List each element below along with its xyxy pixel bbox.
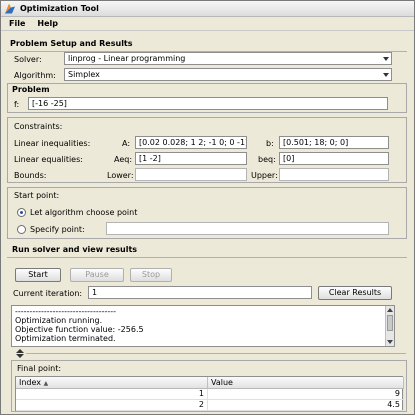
linear-inequalities-label: Linear inequalities: (14, 139, 91, 148)
constraints-panel: Constraints: Linear inequalities: A: [0.… (7, 117, 407, 183)
start-point-heading: Start point: (14, 191, 60, 200)
lower-label: Lower: (107, 171, 134, 180)
auto-point-label: Let algorithm choose point (30, 208, 138, 217)
A-label: A: (122, 139, 131, 148)
column-header-index[interactable]: Index ▲ (16, 377, 208, 389)
bounds-label: Bounds: (14, 171, 47, 180)
collapse-up-icon[interactable] (16, 349, 24, 353)
algorithm-select[interactable]: Simplex (64, 68, 392, 81)
problem-panel: Problem f: [-16 -25] (7, 83, 407, 113)
b-label: b: (266, 139, 274, 148)
chevron-down-icon (383, 73, 389, 77)
lower-input[interactable] (135, 168, 247, 181)
column-header-value[interactable]: Value (208, 377, 404, 389)
table-cell-index[interactable]: 2 (16, 400, 208, 411)
table-cell-value[interactable]: 4.5 (208, 400, 404, 411)
clear-results-button[interactable]: Clear Results (318, 286, 392, 300)
stop-button[interactable]: Stop (130, 268, 172, 282)
log-line: Objective function value: -256.5 (15, 325, 144, 334)
status-log[interactable]: ----------------------------------- Opti… (11, 305, 395, 347)
run-heading: Run solver and view results (12, 245, 138, 254)
optimization-tool-window: Optimization Tool File Help Problem Setu… (0, 0, 415, 415)
menu-file[interactable]: File (9, 19, 25, 28)
solver-value: linprog - Linear programming (68, 54, 186, 63)
divider (7, 257, 407, 258)
solver-select[interactable]: linprog - Linear programming (64, 52, 392, 65)
problem-heading: Problem (12, 85, 50, 94)
menu-help[interactable]: Help (37, 19, 58, 28)
solver-label: Solver: (14, 55, 42, 64)
upper-label: Upper: (251, 171, 278, 180)
log-line: ----------------------------------- (15, 307, 117, 316)
Aeq-input[interactable]: [1 -2] (135, 152, 247, 165)
current-iteration-label: Current iteration: (13, 289, 83, 298)
final-point-panel: Final point: Index ▲ Value 1 9 2 4.5 (11, 360, 407, 412)
specify-point-label: Specify point: (30, 225, 85, 234)
setup-heading: Problem Setup and Results (10, 39, 133, 48)
sort-ascending-icon: ▲ (43, 380, 49, 387)
scroll-thumb[interactable] (387, 315, 393, 331)
chevron-down-icon (383, 57, 389, 61)
final-point-heading: Final point: (17, 364, 62, 373)
algorithm-value: Simplex (68, 70, 100, 79)
pause-button[interactable]: Pause (70, 268, 124, 282)
beq-label: beq: (258, 155, 276, 164)
constraints-heading: Constraints: (14, 122, 63, 131)
algorithm-label: Algorithm: (14, 71, 56, 80)
main-content: Problem Setup and Results Solver: linpro… (4, 33, 411, 413)
log-line: Optimization running. (15, 316, 103, 325)
menu-bar: File Help (1, 17, 414, 31)
log-scrollbar[interactable] (385, 306, 394, 346)
scroll-down-icon[interactable] (387, 340, 393, 344)
collapse-down-icon[interactable] (16, 354, 24, 358)
table-cell-value[interactable]: 9 (208, 389, 404, 400)
b-input[interactable]: [0.501; 18; 0; 0] (279, 136, 389, 149)
table-cell-index[interactable]: 1 (16, 389, 208, 400)
f-input[interactable]: [-16 -25] (28, 97, 388, 110)
current-iteration-field: 1 (88, 286, 312, 299)
scroll-up-icon[interactable] (387, 308, 393, 312)
beq-input[interactable]: [0] (279, 152, 389, 165)
index-header-label: Index (19, 378, 42, 387)
title-bar[interactable]: Optimization Tool (1, 1, 414, 17)
start-button[interactable]: Start (15, 268, 61, 282)
start-point-input[interactable] (106, 222, 389, 235)
log-line: Optimization terminated. (15, 334, 116, 343)
upper-input[interactable] (279, 168, 389, 181)
f-label: f: (14, 100, 20, 109)
radio-specify-point[interactable] (17, 225, 26, 234)
start-point-panel: Start point: Let algorithm choose point … (7, 187, 407, 239)
window-title: Optimization Tool (20, 4, 99, 13)
matlab-logo-icon (5, 3, 15, 14)
Aeq-label: Aeq: (114, 155, 133, 164)
radio-auto-point[interactable] (17, 208, 26, 217)
linear-equalities-label: Linear equalities: (14, 155, 83, 164)
final-point-table: Index ▲ Value 1 9 2 4.5 (15, 376, 404, 411)
splitter[interactable] (26, 353, 406, 354)
A-input[interactable]: [0.02 0.028; 1 2; -1 0; 0 -1] (135, 136, 247, 149)
